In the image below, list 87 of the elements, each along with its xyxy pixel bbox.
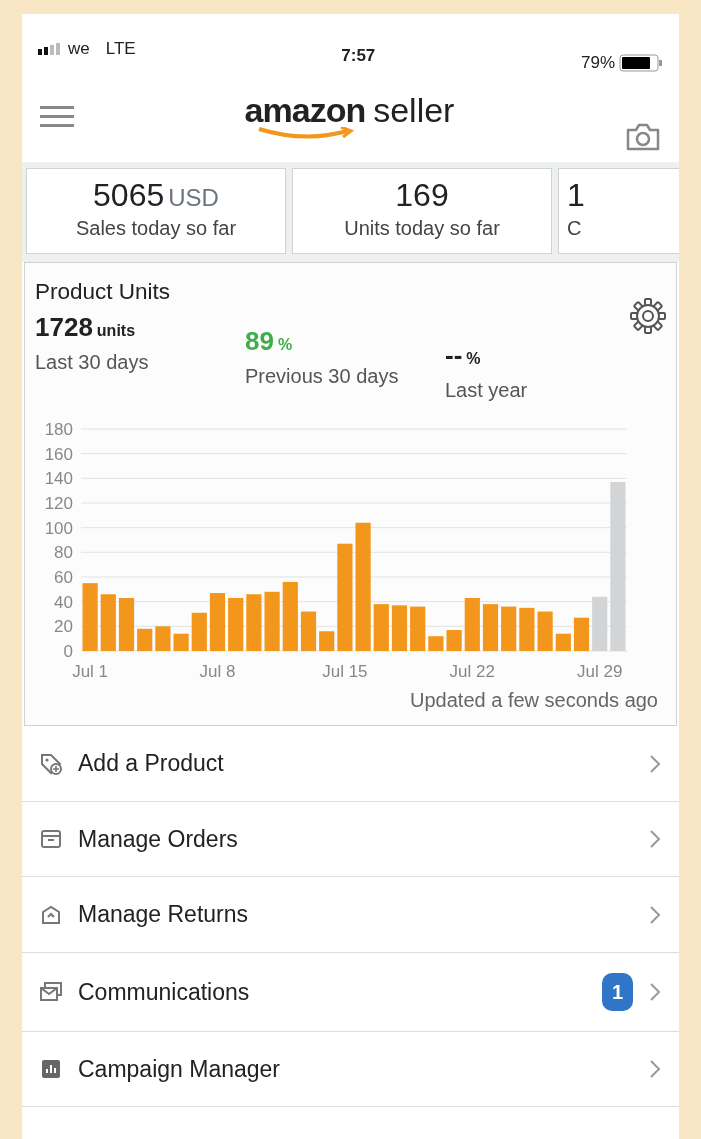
network-type: LTE bbox=[105, 38, 136, 60]
chart-bar bbox=[391, 605, 408, 652]
x-tick-label: Jul 1 bbox=[72, 662, 109, 682]
chart-bar bbox=[501, 606, 517, 652]
box-icon bbox=[40, 828, 62, 850]
chart-bar bbox=[537, 611, 553, 652]
stat-label: Last 30 days bbox=[35, 350, 150, 376]
y-tick-label: 80 bbox=[54, 543, 73, 563]
chart-bar bbox=[282, 582, 298, 652]
logo-wordmark: amazon bbox=[244, 92, 366, 127]
kpi-label: C bbox=[567, 216, 582, 242]
kpi-value: 1 bbox=[567, 176, 585, 213]
chart-bar bbox=[137, 629, 153, 652]
kpi-label: Sales today so far bbox=[75, 216, 237, 242]
chart-bar bbox=[118, 598, 135, 652]
bar-chart-icon bbox=[40, 1058, 62, 1080]
y-tick-label: 20 bbox=[54, 617, 73, 637]
stat-unit: % bbox=[277, 336, 293, 354]
y-tick-label: 40 bbox=[54, 592, 73, 612]
kpi-label: Units today so far bbox=[344, 216, 500, 242]
chevron-icon bbox=[649, 1059, 661, 1079]
chart-bar bbox=[155, 626, 171, 652]
chevron-icon bbox=[649, 981, 661, 1002]
chart-bar bbox=[228, 598, 244, 652]
stat-label: Previous 30 days bbox=[245, 364, 400, 390]
menu-label: Manage Orders bbox=[78, 824, 239, 854]
stat-value: -- bbox=[445, 340, 463, 371]
stat-unit: units bbox=[96, 322, 136, 340]
chart-bar bbox=[300, 611, 317, 652]
logo-suffix: seller bbox=[373, 92, 455, 131]
kpi-unit: USD bbox=[168, 183, 219, 211]
y-tick-label: 160 bbox=[44, 444, 73, 464]
stat-value: 89 bbox=[245, 326, 274, 357]
chart-bar bbox=[519, 608, 535, 652]
chart-bar bbox=[191, 613, 207, 652]
chart-bar bbox=[100, 594, 116, 652]
x-tick-label: Jul 29 bbox=[577, 662, 623, 682]
update-note: Updated a few seconds ago bbox=[409, 688, 659, 714]
clock: 7:57 bbox=[340, 45, 377, 67]
carrier-name: we bbox=[68, 38, 90, 60]
chart-bar bbox=[319, 631, 335, 652]
chart-bar bbox=[446, 630, 462, 652]
y-tick-label: 120 bbox=[44, 494, 73, 514]
menu-label: Manage Returns bbox=[78, 900, 250, 930]
chart-bar bbox=[592, 597, 608, 652]
y-tick-label: 100 bbox=[44, 518, 73, 538]
menu-label: Add a Product bbox=[78, 749, 225, 779]
chart-bar bbox=[428, 636, 444, 652]
chart-bar bbox=[209, 593, 226, 652]
settings-button[interactable] bbox=[630, 298, 666, 335]
y-tick-label: 180 bbox=[44, 420, 73, 440]
chart-bar bbox=[555, 634, 571, 652]
chevron-icon bbox=[649, 753, 661, 774]
chart-bar bbox=[573, 617, 590, 652]
x-tick-label: Jul 15 bbox=[322, 662, 368, 682]
stat-label: Last year bbox=[445, 378, 529, 404]
kpi-value: 5065 bbox=[93, 176, 165, 213]
y-tick-label: 0 bbox=[63, 642, 73, 662]
signal-icon bbox=[38, 42, 60, 55]
y-tick-label: 140 bbox=[44, 469, 73, 489]
chart-bar bbox=[482, 604, 499, 652]
envelopes-icon bbox=[40, 980, 62, 1003]
notification-badge: 1 bbox=[601, 972, 633, 1011]
chart-bar bbox=[173, 634, 189, 652]
card-title: Product Units bbox=[35, 277, 172, 306]
x-tick-label: Jul 22 bbox=[449, 662, 495, 682]
box-arrow-icon bbox=[40, 903, 62, 926]
menu-label: Communications bbox=[78, 977, 251, 1007]
menu-label: Campaign Manager bbox=[78, 1054, 281, 1084]
chart-bar bbox=[246, 594, 262, 652]
stat-value: 1728 bbox=[35, 312, 93, 343]
kpi-value: 169 bbox=[395, 176, 449, 213]
chart-bar bbox=[410, 606, 426, 652]
tag-plus-icon bbox=[40, 752, 62, 775]
battery-percent: 79% bbox=[580, 52, 615, 74]
menu-button[interactable] bbox=[40, 104, 74, 129]
stat-unit: % bbox=[466, 350, 481, 368]
battery-icon bbox=[619, 53, 663, 72]
chart-bar bbox=[82, 583, 98, 652]
y-tick-label: 60 bbox=[54, 568, 73, 588]
x-tick-label: Jul 8 bbox=[199, 662, 236, 682]
camera-button[interactable] bbox=[625, 121, 661, 152]
chart-bar bbox=[464, 598, 480, 652]
chart-bar bbox=[264, 592, 280, 652]
chevron-icon bbox=[649, 904, 661, 925]
chart-bar bbox=[373, 604, 389, 652]
chevron-icon bbox=[649, 829, 661, 849]
